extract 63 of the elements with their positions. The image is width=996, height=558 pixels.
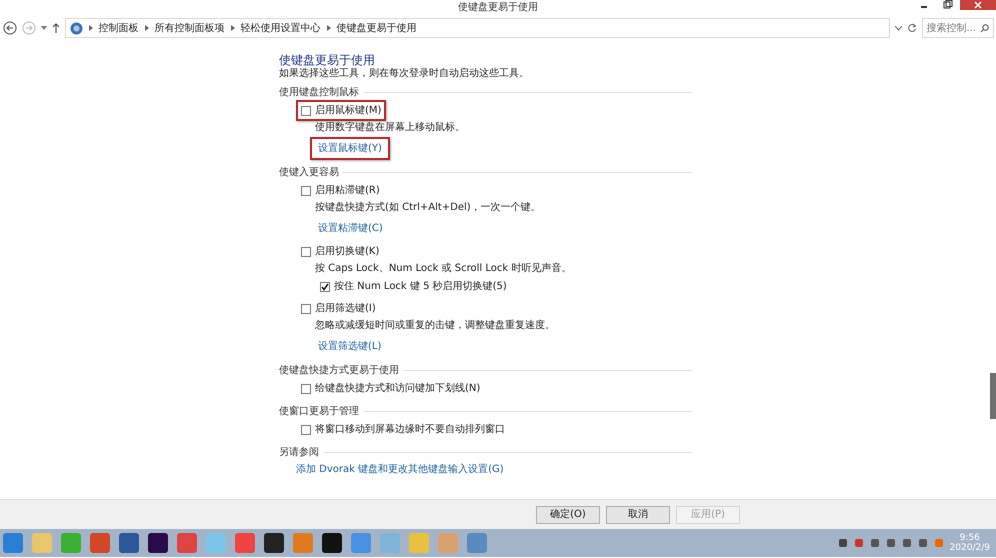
breadcrumb-item[interactable]: 轻松使用设置中心 [240, 20, 320, 36]
search-icon [980, 24, 988, 32]
option-description: 忽略或减缓短时间或重复的击键，调整键盘重复速度。 [315, 320, 556, 332]
tray-icon[interactable] [886, 538, 896, 548]
chevron-icon [326, 25, 330, 31]
checkbox[interactable] [301, 186, 311, 196]
tray-icon[interactable] [838, 538, 848, 548]
checkbox-label[interactable]: 给键盘快捷方式和访问键加下划线(N) [315, 381, 480, 396]
page-subtitle: 如果选择这些工具，则在每次登录时自动启动这些工具。 [279, 67, 530, 80]
section-title: 使窗口更易于管理 [279, 405, 359, 418]
tray-icon[interactable] [918, 538, 928, 548]
dialog-button[interactable]: 取消 [606, 506, 670, 524]
chevron-icon [230, 25, 234, 31]
checkbox[interactable] [301, 384, 311, 394]
option-description: 按键盘快捷方式(如 Ctrl+Alt+Del)，一次一个键。 [315, 202, 542, 214]
address-bar[interactable]: 控制面板 所有控制面板项 轻松使用设置中心 使键盘更易于使用 [64, 18, 890, 38]
dialog-button[interactable]: 确定(O) [536, 506, 600, 524]
chevron-icon [88, 25, 92, 31]
refresh-icon[interactable] [906, 23, 916, 33]
breadcrumb-item[interactable]: 所有控制面板项 [154, 20, 224, 36]
dropdown-caret-icon[interactable] [894, 26, 902, 30]
settings-link[interactable]: 设置筛选键(L) [310, 335, 390, 358]
scrollbar-thumb[interactable] [990, 373, 996, 419]
checkbox[interactable] [301, 246, 311, 256]
checkbox[interactable] [320, 282, 330, 292]
taskbar-app-icon[interactable] [321, 532, 343, 554]
clock-time: 9:56 [958, 533, 981, 543]
checkbox-label[interactable]: 启用切换键(K) [315, 244, 380, 259]
page-heading: 使键盘更易于使用 [279, 53, 376, 67]
search-field[interactable]: 搜索控制... [922, 18, 994, 38]
checkbox[interactable] [301, 106, 311, 116]
checkbox-label[interactable]: 将窗口移动到屏幕边缘时不要自动排列窗口 [315, 422, 505, 437]
checkbox-label[interactable]: 按住 Num Lock 键 5 秒启用切换键(5) [334, 279, 507, 294]
section-title: 使用键盘控制鼠标 [279, 86, 359, 99]
tray-icon[interactable] [902, 538, 912, 548]
taskbar-app-icon[interactable] [263, 532, 285, 554]
checkbox[interactable] [301, 424, 311, 434]
checkbox-label[interactable]: 启用鼠标键(M) [315, 103, 382, 118]
checkbox[interactable] [301, 304, 311, 314]
settings-link[interactable]: 添加 Dvorak 键盘和更改其他键盘输入设置(G) [296, 462, 504, 477]
close-icon[interactable] [960, 0, 996, 10]
option-description: 按 Caps Lock、Num Lock 或 Scroll Lock 时听见声音。 [315, 263, 572, 275]
up-arrow-icon[interactable] [52, 23, 60, 33]
clock-date: 2020/2/9 [950, 543, 990, 553]
dropdown-caret-icon[interactable] [40, 26, 46, 30]
checkbox-label[interactable]: 启用粘滞键(R) [315, 183, 380, 198]
forward-icon[interactable] [22, 21, 36, 35]
checkbox-label[interactable]: 启用筛选键(I) [315, 301, 376, 316]
section-title: 使键盘快捷方式更易于使用 [279, 364, 399, 377]
section-title: 使键入更容易 [279, 166, 339, 179]
back-icon[interactable] [2, 21, 16, 35]
option-description: 使用数字键盘在屏幕上移动鼠标。 [315, 122, 466, 134]
taskbar-app-icon[interactable] [147, 532, 169, 554]
breadcrumb-item[interactable]: 使键盘更易于使用 [336, 20, 416, 36]
window-title: 使键盘更易于使用 [458, 0, 538, 15]
breadcrumb-item[interactable]: 控制面板 [98, 20, 138, 36]
section-title: 另请参阅 [279, 446, 319, 459]
tray-icon[interactable] [870, 538, 880, 548]
tray-icon[interactable] [854, 538, 864, 548]
control-panel-icon [70, 22, 82, 34]
chevron-icon [144, 25, 148, 31]
settings-link[interactable]: 设置粘滞键(C) [310, 217, 391, 240]
settings-link[interactable]: 设置鼠标键(Y) [310, 137, 390, 160]
